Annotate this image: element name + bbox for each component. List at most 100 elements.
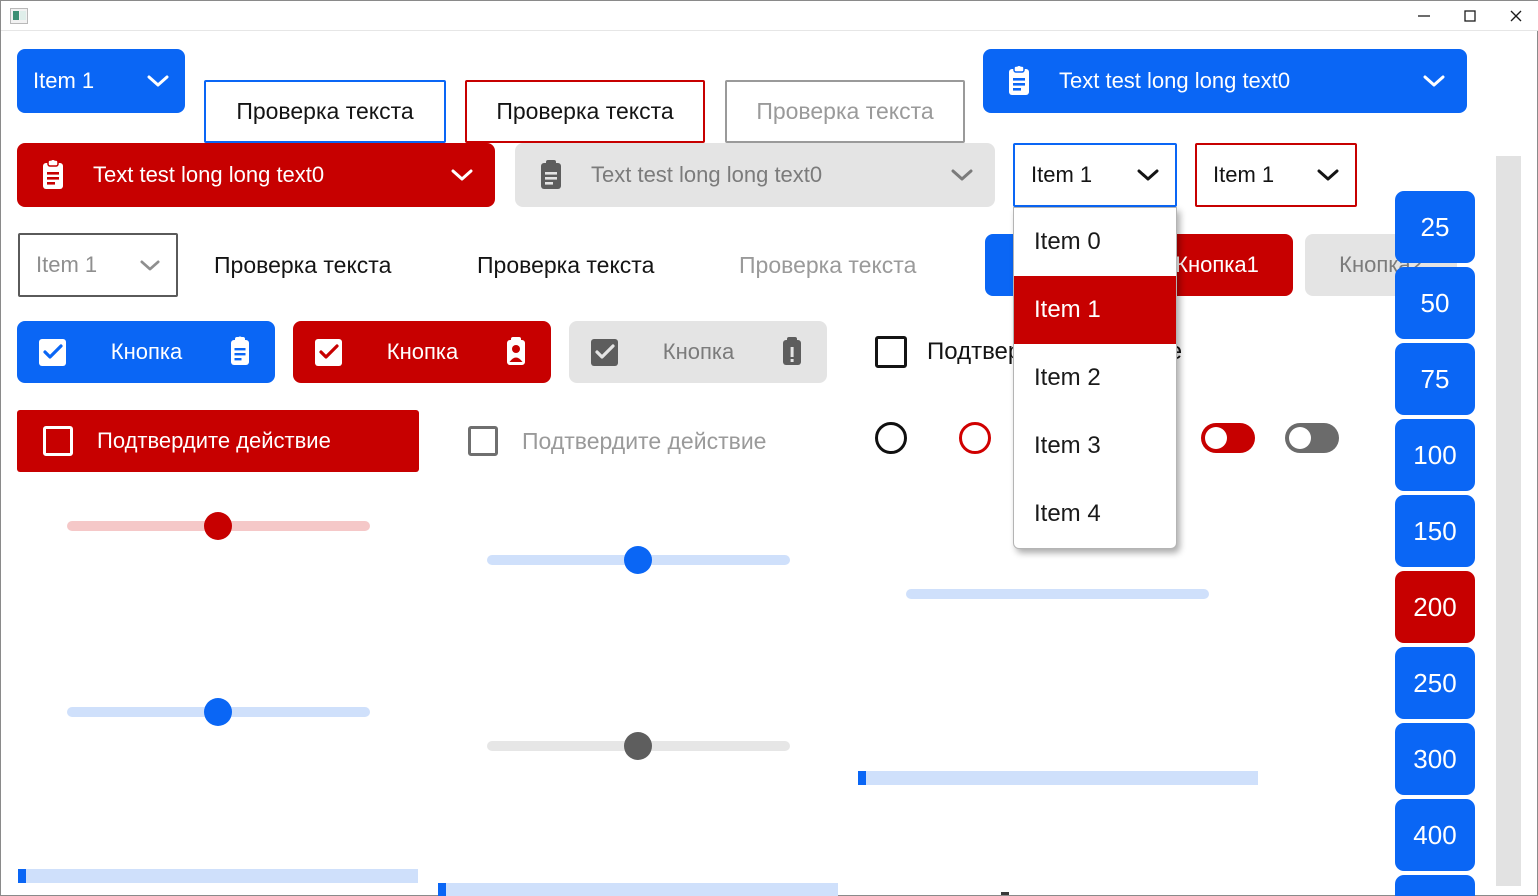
- textbox-red-value: Проверка текста: [496, 98, 674, 124]
- progress-track: [18, 869, 418, 883]
- label-text-dark-1: Проверка текста: [214, 233, 391, 297]
- check-icon: [591, 338, 618, 366]
- chevron-down-icon: [147, 75, 169, 87]
- progress-track: [438, 883, 838, 896]
- slider-thumb[interactable]: [204, 512, 232, 540]
- number-button-25[interactable]: 25: [1395, 191, 1475, 263]
- slider-thumb: [624, 732, 652, 760]
- number-button-label: 25: [1420, 211, 1450, 242]
- label-text-dark-1-value: Проверка текста: [214, 251, 392, 278]
- confirm-checkbox-gray-label: Подтвердите действие: [522, 427, 767, 454]
- textbox-blue[interactable]: Проверка текста: [204, 80, 446, 143]
- bottom-marker: [1001, 892, 1009, 895]
- number-button-300[interactable]: 300: [1395, 723, 1475, 795]
- textbox-gray-disabled: Проверка текста: [725, 80, 965, 143]
- dropdown-option-label: Item 4: [1034, 500, 1101, 527]
- number-button-250[interactable]: 250: [1395, 647, 1475, 719]
- slider-blue[interactable]: [487, 543, 790, 577]
- slider-plain[interactable]: [906, 577, 1209, 611]
- progress-chunk: [18, 869, 26, 883]
- dropdown-item1-outline-gray[interactable]: Item 1: [18, 233, 178, 297]
- textbox-blue-value: Проверка текста: [236, 98, 414, 124]
- number-button-75[interactable]: 75: [1395, 343, 1475, 415]
- dropdown-popup[interactable]: Item 0 Item 1 Item 2 Item 3 Item 4: [1013, 207, 1177, 549]
- checkbox-empty-icon: [875, 336, 907, 368]
- app-window-icon: [10, 7, 28, 24]
- number-button-label: 250: [1413, 667, 1457, 698]
- maximize-button[interactable]: [1447, 1, 1493, 31]
- dropdown-option-item-4[interactable]: Item 4: [1014, 480, 1176, 548]
- checkbutton-red[interactable]: Кнопка: [293, 321, 551, 383]
- dropdown-longtext-red[interactable]: Text test long long text0: [17, 143, 495, 207]
- number-button-label: 400: [1413, 819, 1457, 850]
- number-button-400[interactable]: 400: [1395, 799, 1475, 871]
- chevron-down-icon: [1423, 75, 1445, 87]
- slider-track: [906, 589, 1209, 599]
- confirm-button-red[interactable]: Подтвердите действие: [17, 410, 419, 472]
- chevron-down-icon: [1137, 169, 1159, 181]
- app-window: Item 1 Проверка текста Проверка текста П…: [0, 0, 1538, 896]
- chevron-down-icon: [451, 169, 473, 181]
- dropdown-longtext-blue[interactable]: Text test long long text0: [983, 49, 1467, 113]
- slider-red[interactable]: [67, 509, 370, 543]
- dropdown-item1-blue-label: Item 1: [33, 68, 95, 93]
- progress-track: [858, 771, 1258, 785]
- slider-gray-disabled: [487, 729, 790, 763]
- vertical-scrollbar[interactable]: [1496, 156, 1521, 886]
- chevron-down-icon: [951, 169, 973, 181]
- slider-thumb[interactable]: [624, 546, 652, 574]
- content-area: Item 1 Проверка текста Проверка текста П…: [1, 31, 1538, 896]
- slider-thumb[interactable]: [204, 698, 232, 726]
- progress-chunk: [858, 771, 866, 785]
- clipboard-alert-icon: [783, 337, 801, 365]
- dropdown-option-item-2[interactable]: Item 2: [1014, 344, 1176, 412]
- number-button-50[interactable]: 50: [1395, 267, 1475, 339]
- number-button-100[interactable]: 100: [1395, 419, 1475, 491]
- number-button-label: 200: [1413, 591, 1457, 622]
- button-knopka1-label: Кнопка1: [1175, 252, 1259, 277]
- toggle-knob: [1205, 427, 1227, 449]
- radio-unchecked-dark[interactable]: [875, 422, 907, 454]
- progress-1: [18, 869, 418, 883]
- number-button-label: 75: [1420, 363, 1450, 394]
- radio-unchecked-red[interactable]: [959, 422, 991, 454]
- number-button-150[interactable]: 150: [1395, 495, 1475, 567]
- title-bar: [1, 1, 1538, 31]
- number-button-label: 300: [1413, 743, 1457, 774]
- dropdown-option-item-0[interactable]: Item 0: [1014, 208, 1176, 276]
- window-controls: [1401, 1, 1538, 31]
- dropdown-item1-outline-blue[interactable]: Item 1: [1013, 143, 1177, 207]
- checkbox-empty-icon: [468, 426, 498, 456]
- number-button-500[interactable]: 500: [1395, 875, 1475, 896]
- dropdown-option-label: Item 2: [1034, 364, 1101, 391]
- progress-2: [438, 883, 838, 896]
- check-icon: [315, 338, 342, 366]
- slider-blue-2[interactable]: [67, 695, 370, 729]
- dropdown-longtext-gray-label: Text test long long text0: [591, 162, 823, 187]
- checkbutton-blue-label: Кнопка: [110, 339, 183, 364]
- dropdown-item1-outline-red-label: Item 1: [1213, 162, 1275, 187]
- checkbutton-red-label: Кнопка: [386, 339, 459, 364]
- number-button-column: 25 50 75 100 150 200 250 300 400 500: [1395, 191, 1475, 896]
- dropdown-item1-outline-blue-label: Item 1: [1031, 162, 1093, 187]
- dropdown-item1-outline-red[interactable]: Item 1: [1195, 143, 1357, 207]
- dropdown-longtext-gray-disabled: Text test long long text0: [515, 143, 995, 207]
- label-text-muted: Проверка текста: [739, 233, 916, 297]
- number-button-200[interactable]: 200: [1395, 571, 1475, 643]
- dropdown-option-label: Item 0: [1034, 228, 1101, 255]
- clipboard-icon: [541, 160, 561, 189]
- dropdown-longtext-blue-label: Text test long long text0: [1059, 68, 1291, 93]
- dropdown-option-item-3[interactable]: Item 3: [1014, 412, 1176, 480]
- number-button-label: 100: [1413, 439, 1457, 470]
- dropdown-option-item-1[interactable]: Item 1: [1014, 276, 1176, 344]
- checkbutton-blue[interactable]: Кнопка: [17, 321, 275, 383]
- close-button[interactable]: [1493, 1, 1538, 31]
- id-badge-icon: [507, 337, 525, 365]
- textbox-red[interactable]: Проверка текста: [465, 80, 705, 143]
- clipboard-icon: [1009, 65, 1029, 95]
- dropdown-item1-blue[interactable]: Item 1: [17, 49, 185, 113]
- toggle-switch-red[interactable]: [1201, 423, 1255, 453]
- confirm-checkbox-gray-disabled: Подтвердите действие: [468, 410, 766, 472]
- minimize-button[interactable]: [1401, 1, 1447, 31]
- label-text-muted-value: Проверка текста: [739, 251, 917, 278]
